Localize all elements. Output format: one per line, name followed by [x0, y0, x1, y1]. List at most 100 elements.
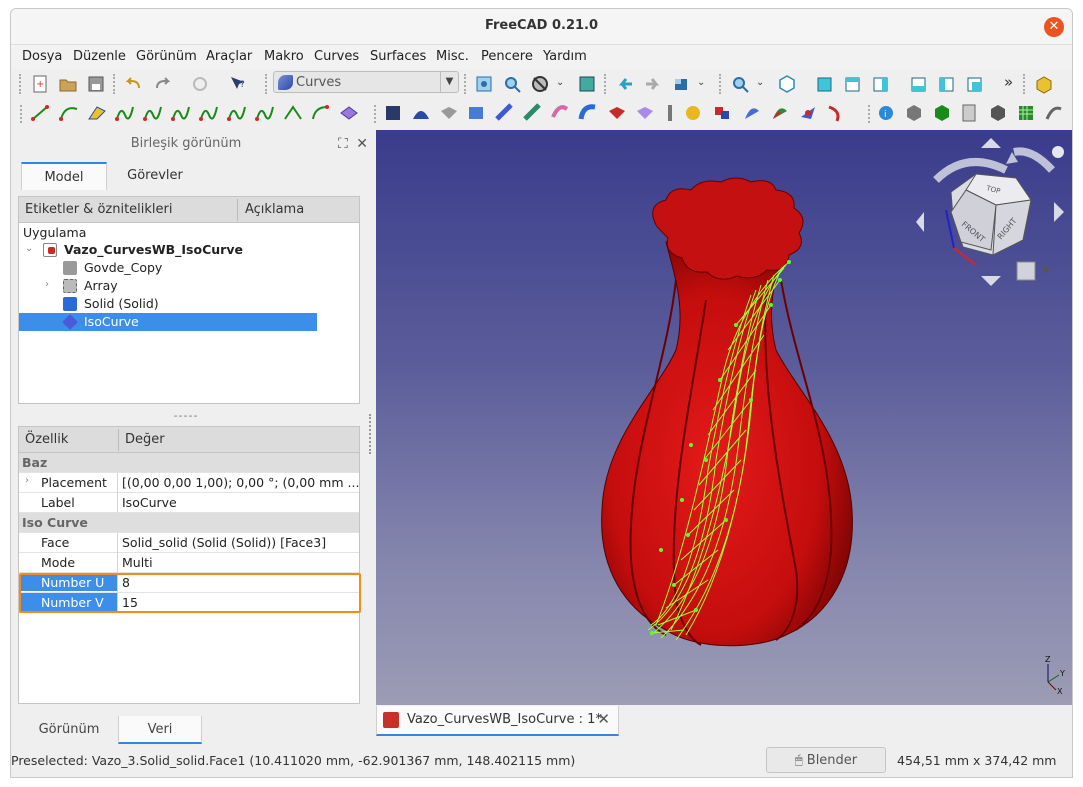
menu-misc[interactable]: Misc.	[436, 49, 469, 64]
curves-workbench-icon	[278, 75, 293, 90]
tree-header-description[interactable]: Açıklama	[245, 202, 304, 217]
tree-root[interactable]: Uygulama	[19, 224, 359, 242]
right-view-icon[interactable]	[870, 73, 892, 95]
group-label: Baz	[22, 455, 48, 470]
menu-dosya[interactable]: Dosya	[22, 49, 62, 64]
isometric-view-icon[interactable]	[776, 73, 798, 95]
document-tab[interactable]: Vazo_CurvesWB_IsoCurve : 1* ✕	[376, 706, 619, 736]
tree-document-label: Vazo_CurvesWB_IsoCurve	[64, 242, 243, 257]
front-view-icon[interactable]	[814, 73, 836, 95]
expand-arrow-icon[interactable]: ›	[45, 279, 49, 290]
tree-item-array[interactable]: › Array	[19, 277, 359, 295]
tree-root-label: Uygulama	[23, 225, 87, 240]
surface-icon-3	[441, 107, 457, 119]
grid-icon	[1019, 106, 1033, 120]
panel-title: Birleşik görünüm	[130, 136, 242, 151]
toolbar-grip[interactable]	[19, 74, 23, 94]
group-label: Iso Curve	[22, 515, 88, 530]
toolbar-grip[interactable]	[604, 74, 608, 94]
3d-viewport[interactable]: TOP FRONT RIGHT Z Y X	[376, 130, 1072, 705]
whats-this-icon[interactable]: ?	[227, 73, 249, 95]
menu-duzenle[interactable]: Düzenle	[73, 49, 126, 64]
toolbar-grip[interactable]	[265, 74, 269, 94]
expand-arrow-icon[interactable]: ›	[25, 475, 29, 486]
prop-value[interactable]: [(0,00 0,00 1,00); 0,00 °; (0,00 mm ...	[122, 475, 359, 490]
navigation-cube[interactable]: TOP FRONT RIGHT	[916, 138, 1064, 286]
redo-icon[interactable]	[151, 73, 173, 95]
menu-araclar[interactable]: Araçlar	[206, 49, 252, 64]
cube-dark-icon	[991, 105, 1005, 121]
toolbar-grip[interactable]	[464, 74, 468, 94]
navigation-style-button[interactable]: 🖱 Blender	[766, 747, 886, 773]
tab-gorunum[interactable]: Görünüm	[21, 716, 117, 744]
tree-item-solid[interactable]: Solid (Solid)	[19, 295, 359, 313]
tab-model[interactable]: Model	[21, 162, 107, 190]
menu-curves[interactable]: Curves	[314, 49, 359, 64]
prop-face[interactable]: Face Solid_solid (Solid (Solid)) [Face3]	[19, 533, 359, 553]
tab-veri[interactable]: Veri	[118, 716, 202, 744]
toolbar-grip[interactable]	[719, 74, 723, 94]
tree-header-labels[interactable]: Etiketler & öznitelikleri	[25, 202, 172, 217]
chevron-down-icon[interactable]: ⌄	[556, 77, 564, 88]
close-window-button[interactable]: ✕	[1044, 17, 1064, 37]
fit-all-icon[interactable]	[473, 73, 495, 95]
prop-value[interactable]: Multi	[122, 555, 153, 570]
panel-resize-handle[interactable]	[369, 414, 372, 454]
window-title: FreeCAD 0.21.0	[484, 18, 599, 33]
tab-gorevler[interactable]: Görevler	[117, 162, 193, 190]
rear-view-icon[interactable]	[908, 73, 930, 95]
refresh-icon[interactable]	[189, 73, 211, 95]
header-value[interactable]: Değer	[125, 432, 165, 447]
left-view-icon[interactable]	[964, 73, 986, 95]
expand-arrow-icon[interactable]: ⌄	[25, 243, 33, 254]
group-iso-curve[interactable]: Iso Curve	[19, 513, 359, 533]
close-tab-icon[interactable]: ✕	[597, 710, 610, 728]
spline-tool-icon-4	[199, 106, 218, 121]
toolbar-overflow-button[interactable]: »	[1004, 73, 1013, 91]
surface-icon-10	[637, 107, 653, 119]
std-views-icon[interactable]	[670, 73, 692, 95]
menu-yardim[interactable]: Yardım	[543, 49, 587, 64]
workbench-selector[interactable]: Curves ▼	[273, 71, 459, 93]
chevron-down-icon[interactable]: ⌄	[756, 77, 764, 88]
menu-surfaces[interactable]: Surfaces	[370, 49, 426, 64]
prop-placement[interactable]: › Placement [(0,00 0,00 1,00); 0,00 °; (…	[19, 473, 359, 493]
measure-icon[interactable]	[729, 73, 751, 95]
back-arrow-icon[interactable]	[614, 73, 636, 95]
chevron-down-icon[interactable]: ⌄	[697, 77, 705, 88]
menu-makro[interactable]: Makro	[264, 49, 304, 64]
tree-document[interactable]: ⌄ Vazo_CurvesWB_IsoCurve	[19, 241, 359, 259]
tree-item-govde-copy[interactable]: Govde_Copy	[19, 259, 359, 277]
forward-arrow-icon[interactable]	[642, 73, 664, 95]
fit-selection-icon[interactable]	[501, 73, 523, 95]
svg-text:+: +	[36, 79, 44, 90]
bounding-box-icon[interactable]	[576, 73, 598, 95]
header-property[interactable]: Özellik	[25, 432, 68, 447]
bottom-view-icon[interactable]	[936, 73, 958, 95]
menu-gorunum[interactable]: Görünüm	[136, 49, 197, 64]
new-document-icon[interactable]: +	[29, 73, 51, 95]
chevron-down-icon[interactable]: ▼	[440, 72, 458, 92]
prop-mode[interactable]: Mode Multi	[19, 553, 359, 573]
open-folder-icon[interactable]	[57, 73, 79, 95]
part-box-icon[interactable]	[1033, 73, 1055, 95]
float-panel-icon[interactable]: ⛶	[338, 136, 348, 152]
toolbar-grip[interactable]	[113, 74, 117, 94]
property-header: Özellik Değer	[19, 427, 359, 453]
tree-item-isocurve[interactable]: IsoCurve	[19, 313, 317, 331]
menu-pencere[interactable]: Pencere	[481, 49, 533, 64]
toolbar-grip[interactable]	[1023, 74, 1027, 94]
panel-title-buttons: ⛶ ✕	[338, 136, 368, 152]
group-baz[interactable]: Baz	[19, 453, 359, 473]
prop-value[interactable]: IsoCurve	[122, 495, 177, 510]
close-panel-icon[interactable]: ✕	[356, 136, 368, 152]
prop-label[interactable]: Label IsoCurve	[19, 493, 359, 513]
draw-style-icon[interactable]	[529, 73, 551, 95]
prop-key: Label	[41, 495, 75, 510]
blend-tool-icon	[88, 106, 106, 120]
prop-value[interactable]: Solid_solid (Solid (Solid)) [Face3]	[122, 535, 326, 550]
top-view-icon[interactable]	[842, 73, 864, 95]
undo-icon[interactable]	[123, 73, 145, 95]
save-icon[interactable]	[85, 73, 107, 95]
panel-splitter[interactable]: -----	[166, 409, 206, 422]
